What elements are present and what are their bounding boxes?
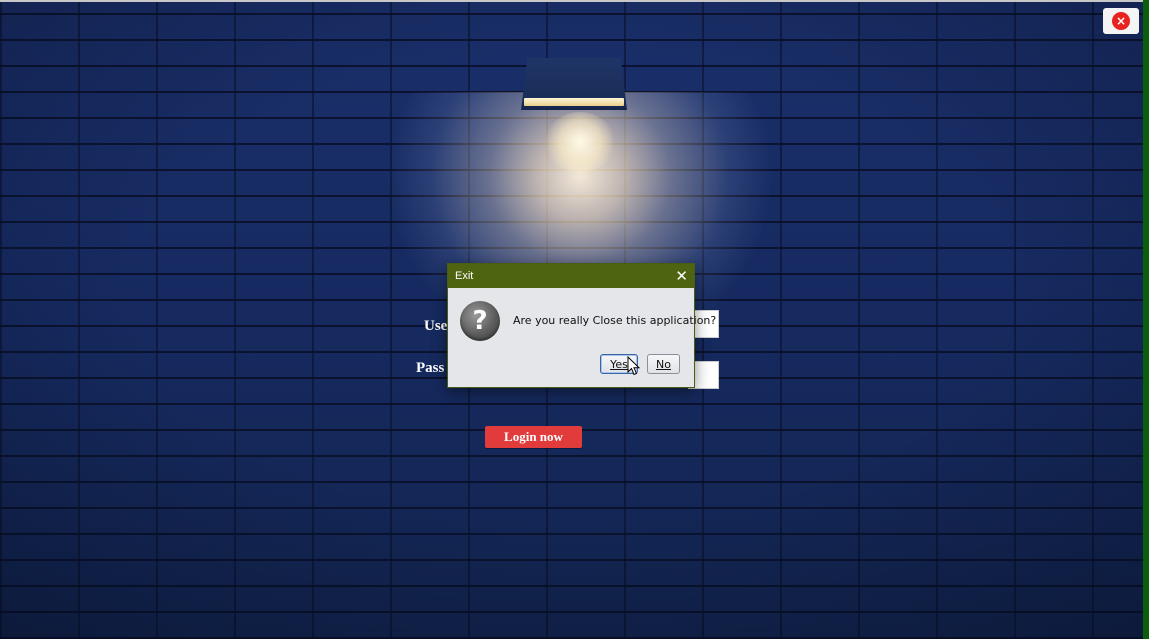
no-button-label: No (656, 357, 671, 371)
dialog-title: Exit (455, 270, 474, 282)
yes-button-label: Yes (610, 357, 628, 371)
question-icon: ? (460, 301, 500, 341)
window-edge (1143, 0, 1149, 639)
dialog-message: Are you really Close this application? (513, 314, 717, 327)
dialog-close-icon[interactable]: ✕ (675, 268, 688, 284)
app-close-button[interactable]: × (1103, 8, 1139, 34)
dialog-titlebar: Exit ✕ (448, 264, 694, 288)
login-button[interactable]: Login now (485, 426, 582, 448)
exit-dialog: Exit ✕ ? Are you really Close this appli… (447, 263, 716, 388)
app-window: × Use Pass Login now Exit ✕ ? Are you re… (0, 0, 1143, 639)
password-label: Pass (416, 360, 445, 376)
username-label: Use (424, 318, 448, 334)
mouse-cursor-icon (627, 356, 641, 376)
close-icon: × (1112, 12, 1130, 30)
no-button[interactable]: No (647, 354, 680, 374)
